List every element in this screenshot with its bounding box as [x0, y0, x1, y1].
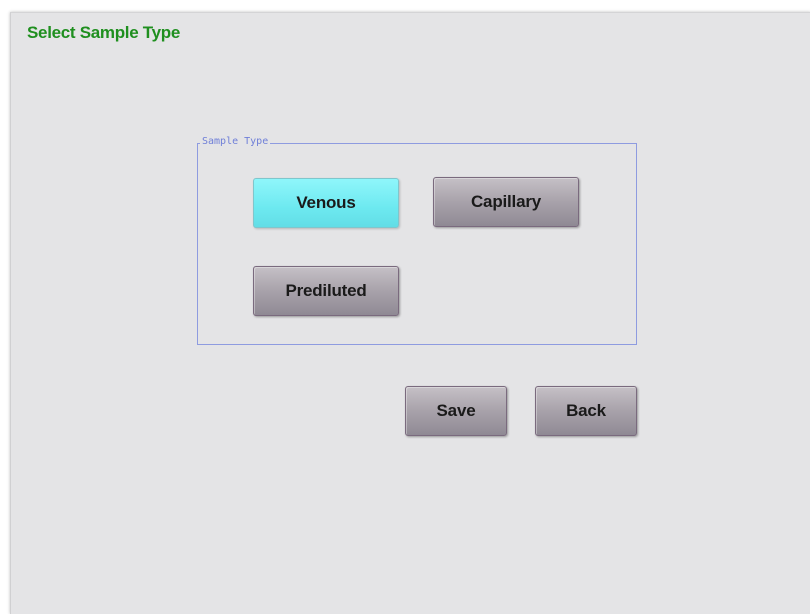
sample-type-screen: Select Sample Type Sample Type Venous Ca… — [10, 12, 810, 614]
save-button[interactable]: Save — [405, 386, 507, 436]
venous-button[interactable]: Venous — [253, 178, 399, 228]
page-title: Select Sample Type — [27, 23, 181, 42]
back-button[interactable]: Back — [535, 386, 637, 436]
capillary-button[interactable]: Capillary — [433, 177, 579, 227]
sample-type-legend: Sample Type — [200, 136, 271, 147]
prediluted-button[interactable]: Prediluted — [253, 266, 399, 316]
sample-type-group: Sample Type Venous Capillary Prediluted — [197, 136, 637, 345]
